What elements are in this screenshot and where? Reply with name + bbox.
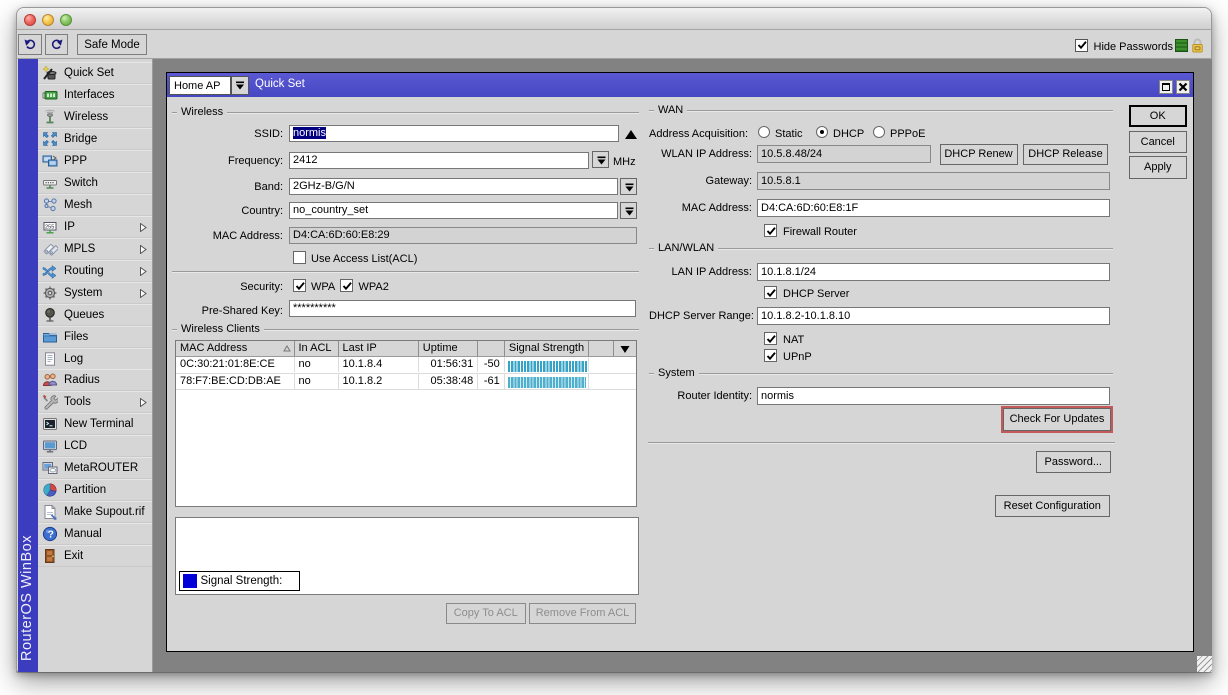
svg-text:?: ? xyxy=(48,529,54,540)
svg-text:255: 255 xyxy=(45,224,54,230)
